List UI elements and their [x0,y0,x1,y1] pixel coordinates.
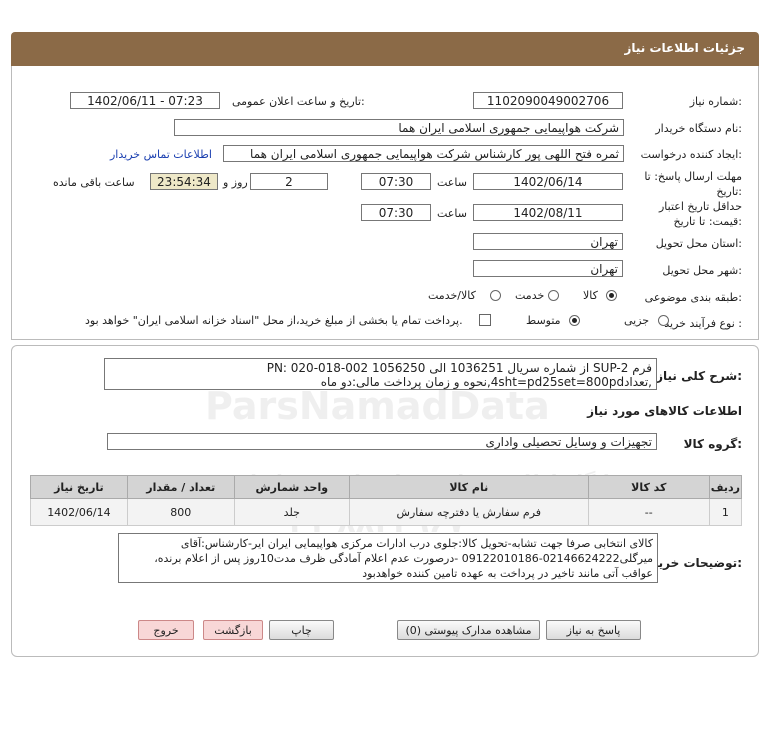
category-radio-service[interactable] [548,290,559,301]
description-label: شرح کلی نیاز: [656,369,742,383]
treasury-payment-checkbox[interactable] [479,314,491,326]
validity-label: حداقل تاریخ اعتبار قیمت: تا تاریخ: [658,200,742,228]
need-number-field: 1102090049002706 [473,92,623,109]
description-line-1: فرم SUP-2 از شماره سریال 1036251 الی 105… [266,361,652,375]
category-label: طبقه بندی موضوعی: [644,291,742,304]
print-button[interactable]: چاپ [269,620,334,640]
remaining-time-field: 23:54:34 [150,173,218,190]
process-label: نوع فرآیند خرید : [664,317,742,330]
creator-label: ایجاد کننده درخواست: [640,148,742,161]
buyer-notes-line-2: میرگلی02146624222-09122010186 -درصورت عد… [154,552,653,565]
page-header: جزئیات اطلاعات نیاز [11,32,759,66]
remaining-time-label: ساعت باقی مانده [53,176,135,189]
process-radio-minor[interactable] [658,315,669,326]
province-label: استان محل تحویل: [655,237,742,250]
exit-button[interactable]: خروج [138,620,194,640]
table-row: 1 -- فرم سفارش یا دفترچه سفارش جلد 800 1… [30,498,743,526]
items-table-header: ردیف کد کالا نام کالا واحد شمارش تعداد /… [30,475,743,499]
process-option-minor: جزیی [624,314,650,327]
view-attachments-button[interactable]: مشاهده مدارک پیوستی (0) [397,620,540,640]
cell-name: فرم سفارش یا دفترچه سفارش [348,498,589,526]
reply-date-field: 1402/06/14 [473,173,623,190]
buyer-notes-line-1: کالای انتخابی صرفا جهت تشابه-تحویل کالا:… [180,537,653,550]
days-field: 2 [250,173,328,190]
cell-qty: 800 [126,498,235,526]
validity-time-field: 07:30 [361,204,431,221]
cell-row: 1 [708,498,743,526]
cell-code: -- [587,498,710,526]
page-title: جزئیات اطلاعات نیاز [624,41,745,55]
creator-field: ثمره فتح اللهی پور کارشناس شرکت هواپیمای… [223,145,624,162]
goods-group-label: گروه کالا: [683,437,742,451]
buyer-contact-link[interactable]: اطلاعات تماس خریدار [110,148,212,161]
col-row: ردیف [708,475,743,499]
col-qty: تعداد / مقدار [126,475,235,499]
col-unit: واحد شمارش [233,475,350,499]
items-table: ردیف کد کالا نام کالا واحد شمارش تعداد /… [30,475,743,526]
category-radio-goods-service[interactable] [490,290,501,301]
city-field: تهران [473,260,623,277]
days-label: روز و [223,176,248,189]
cell-unit: جلد [233,498,350,526]
cell-date: 1402/06/14 [30,498,128,526]
city-label: شهر محل تحویل: [662,264,742,277]
announce-field: 1402/06/11 - 07:23 [70,92,220,109]
reply-button[interactable]: پاسخ به نیاز [546,620,641,640]
back-button[interactable]: بازگشت [203,620,263,640]
province-field: تهران [473,233,623,250]
buyer-notes-line-3: عواقب آتی مانند تاخیر در پرداخت به عهده … [362,567,653,580]
reply-time-label: ساعت [437,176,467,189]
validity-date-field: 1402/08/11 [473,204,623,221]
category-radio-goods[interactable] [606,290,617,301]
reply-deadline-label: مهلت ارسال پاسخ: تا تاریخ: [644,170,742,198]
buyer-org-field: شرکت هواپیمایی جمهوری اسلامی ایران هما [174,119,624,136]
validity-time-label: ساعت [437,207,467,220]
col-code: کد کالا [587,475,710,499]
process-option-medium: متوسط [526,314,561,327]
description-line-2: ,تعداد4sht=pd25set=800pd,نحوه و زمان پرد… [320,375,652,389]
goods-group-field: تجهیزات و وسایل تحصیلی واداری [107,433,657,450]
description-box: فرم SUP-2 از شماره سریال 1036251 الی 105… [104,358,657,390]
need-number-label: شماره نیاز: [689,95,742,108]
category-option-goods: کالا [583,289,598,302]
buyer-org-label: نام دستگاه خریدار: [655,122,742,135]
category-option-goods-service: کالا/خدمت [428,289,476,302]
process-radio-medium[interactable] [569,315,580,326]
category-option-service: خدمت [515,289,545,302]
goods-section-title: اطلاعات کالاهای مورد نیاز [587,404,742,418]
treasury-payment-note: پرداخت تمام یا بخشی از مبلغ خرید،از محل … [85,314,463,327]
col-name: نام کالا [348,475,589,499]
announce-label: تاریخ و ساعت اعلان عمومی: [232,95,365,108]
col-date: تاریخ نیاز [30,475,128,499]
buyer-notes-box: کالای انتخابی صرفا جهت تشابه-تحویل کالا:… [118,533,658,583]
reply-time-field: 07:30 [361,173,431,190]
